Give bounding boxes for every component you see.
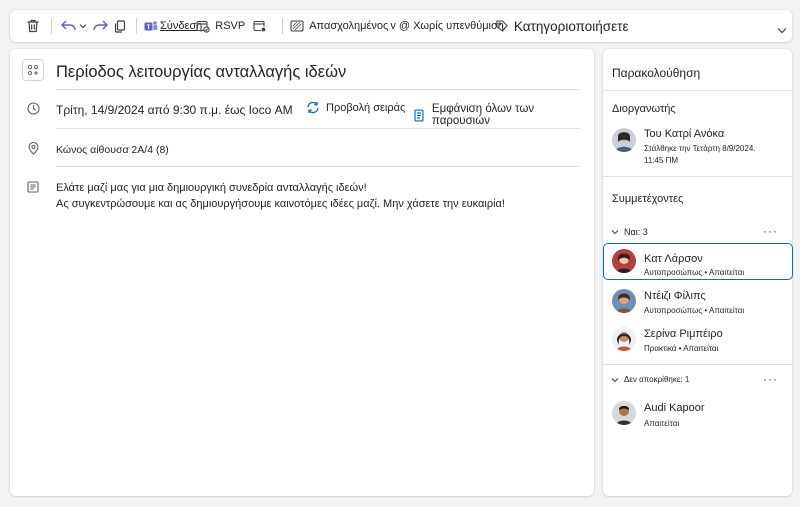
tracking-title: Παρακολούθηση [612, 66, 701, 80]
recurrence-icon [307, 101, 319, 114]
toolbar-divider [136, 18, 137, 34]
attendee-status: Αυτοπροσώπως • Απαιτείται [644, 268, 745, 277]
chevron-down-icon [611, 230, 619, 235]
location-pin-icon [26, 141, 40, 155]
organizer-sent-time: 11:45 ΠΜ [644, 156, 679, 165]
event-type-icon [22, 59, 44, 81]
no-response-group-label: Δεν αποκρίθηκε: 1 [624, 375, 690, 384]
reminder-dropdown[interactable]: v @ Χωρίς υπενθύμιση [390, 14, 504, 38]
show-as-busy-dropdown[interactable]: Απασχολημένος [290, 14, 388, 38]
join-teams-button[interactable]: T Σύνδεση [144, 14, 202, 38]
teams-icon: T [144, 20, 158, 31]
reply-all-icon[interactable] [59, 14, 77, 38]
show-all-occurrences-button[interactable]: Εμφάνιση όλων των παρουσιών [414, 103, 594, 127]
busy-status-icon [290, 20, 304, 32]
delete-icon[interactable] [22, 14, 44, 38]
rsvp-label: RSVP [215, 20, 246, 32]
avatar [612, 401, 636, 425]
command-toolbar: T Σύνδεση RSVP Απασχολημένος v @ Χωρίς υ… [10, 10, 792, 42]
organizer-name: Του Κατρί Ανόκα [644, 128, 725, 140]
chevron-down-icon[interactable] [77, 14, 89, 38]
divider [603, 176, 792, 177]
yes-group-label: Ναι: 3 [624, 227, 648, 237]
attendee-name: Audi Kapoor [644, 402, 705, 414]
calendar-settings-icon[interactable] [245, 14, 275, 38]
show-all-label: Εμφάνιση όλων των παρουσιών [431, 103, 535, 127]
attendee-name: Ντέιζι Φίλιπς [644, 290, 706, 302]
toolbar-divider [282, 18, 284, 34]
event-location: Κώνος αίθουσα 2A/4 (8) [56, 144, 169, 156]
event-body-line: Ελάτε μαζί μας για μια δημιουργική συνεδ… [56, 182, 367, 194]
divider [603, 364, 792, 365]
divider [56, 89, 580, 90]
view-series-button[interactable]: Προβολή σειράς [306, 101, 405, 114]
divider [603, 90, 792, 91]
no-response-group-toggle[interactable]: Δεν αποκρίθηκε: 1 [611, 375, 689, 384]
view-series-label: Προβολή σειράς [326, 101, 406, 114]
rsvp-button[interactable]: RSVP [196, 14, 245, 38]
organizer-sent-date: Στάλθηκε την Τετάρτη 8/9/2024. [644, 144, 756, 153]
toolbar-divider [51, 18, 52, 34]
attendees-label: Συμμετέχοντες [612, 193, 684, 205]
chevron-down-icon [611, 377, 619, 382]
tracking-pane: Παρακολούθηση Διοργανωτής Του Κατρί Ανόκ… [603, 49, 793, 496]
categorize-button[interactable]: Κατηγοριοποιήσετε [496, 14, 629, 38]
busy-label: Απασχολημένος [309, 20, 389, 32]
attendee-status: Απαιτείται [644, 419, 680, 428]
avatar [612, 289, 636, 313]
avatar [612, 249, 636, 273]
clock-icon [26, 101, 40, 115]
svg-text:T: T [147, 24, 151, 31]
event-body: Ελάτε μαζί μας για μια δημιουργική συνεδ… [56, 180, 505, 212]
copy-icon[interactable] [111, 14, 129, 38]
calendar-check-icon [196, 20, 210, 33]
notes-icon [26, 180, 40, 194]
more-options-icon[interactable]: ··· [763, 373, 778, 385]
attendee-name: Σερίνα Ριμπέιρο [644, 328, 723, 340]
event-details-pane: Περίοδος λειτουργίας ανταλλαγής ιδεών Τρ… [10, 49, 594, 496]
yes-group-toggle[interactable]: Ναι: 3 [611, 227, 648, 237]
attendee-status: Πρακτικά • Απαιτείται [644, 344, 719, 353]
event-title: Περίοδος λειτουργίας ανταλλαγής ιδεών [56, 63, 347, 81]
attendee-name: Κατ Λάρσον [644, 253, 703, 265]
divider [56, 166, 580, 167]
document-list-icon [414, 108, 424, 122]
tag-icon [496, 20, 508, 32]
organizer-label: Διοργανωτής [612, 103, 676, 115]
event-datetime: Τρίτη, 14/9/2024 από 9:30 π.μ. έως Ιοco … [56, 103, 293, 117]
divider [56, 128, 580, 129]
avatar [612, 327, 636, 351]
avatar [612, 128, 636, 152]
expand-ribbon-chevron-icon[interactable] [776, 24, 788, 36]
categorize-label: Κατηγοριοποιήσετε [513, 18, 629, 34]
forward-icon[interactable] [89, 14, 111, 38]
event-body-line: Ας συγκεντρώσουμε και ας δημιουργήσουμε … [56, 198, 505, 210]
more-options-icon[interactable]: ··· [763, 225, 778, 237]
attendee-status: Αυτοπροσώπως • Απαιτείται [644, 306, 745, 315]
reminder-label: v @ Χωρίς υπενθύμιση [390, 20, 504, 32]
